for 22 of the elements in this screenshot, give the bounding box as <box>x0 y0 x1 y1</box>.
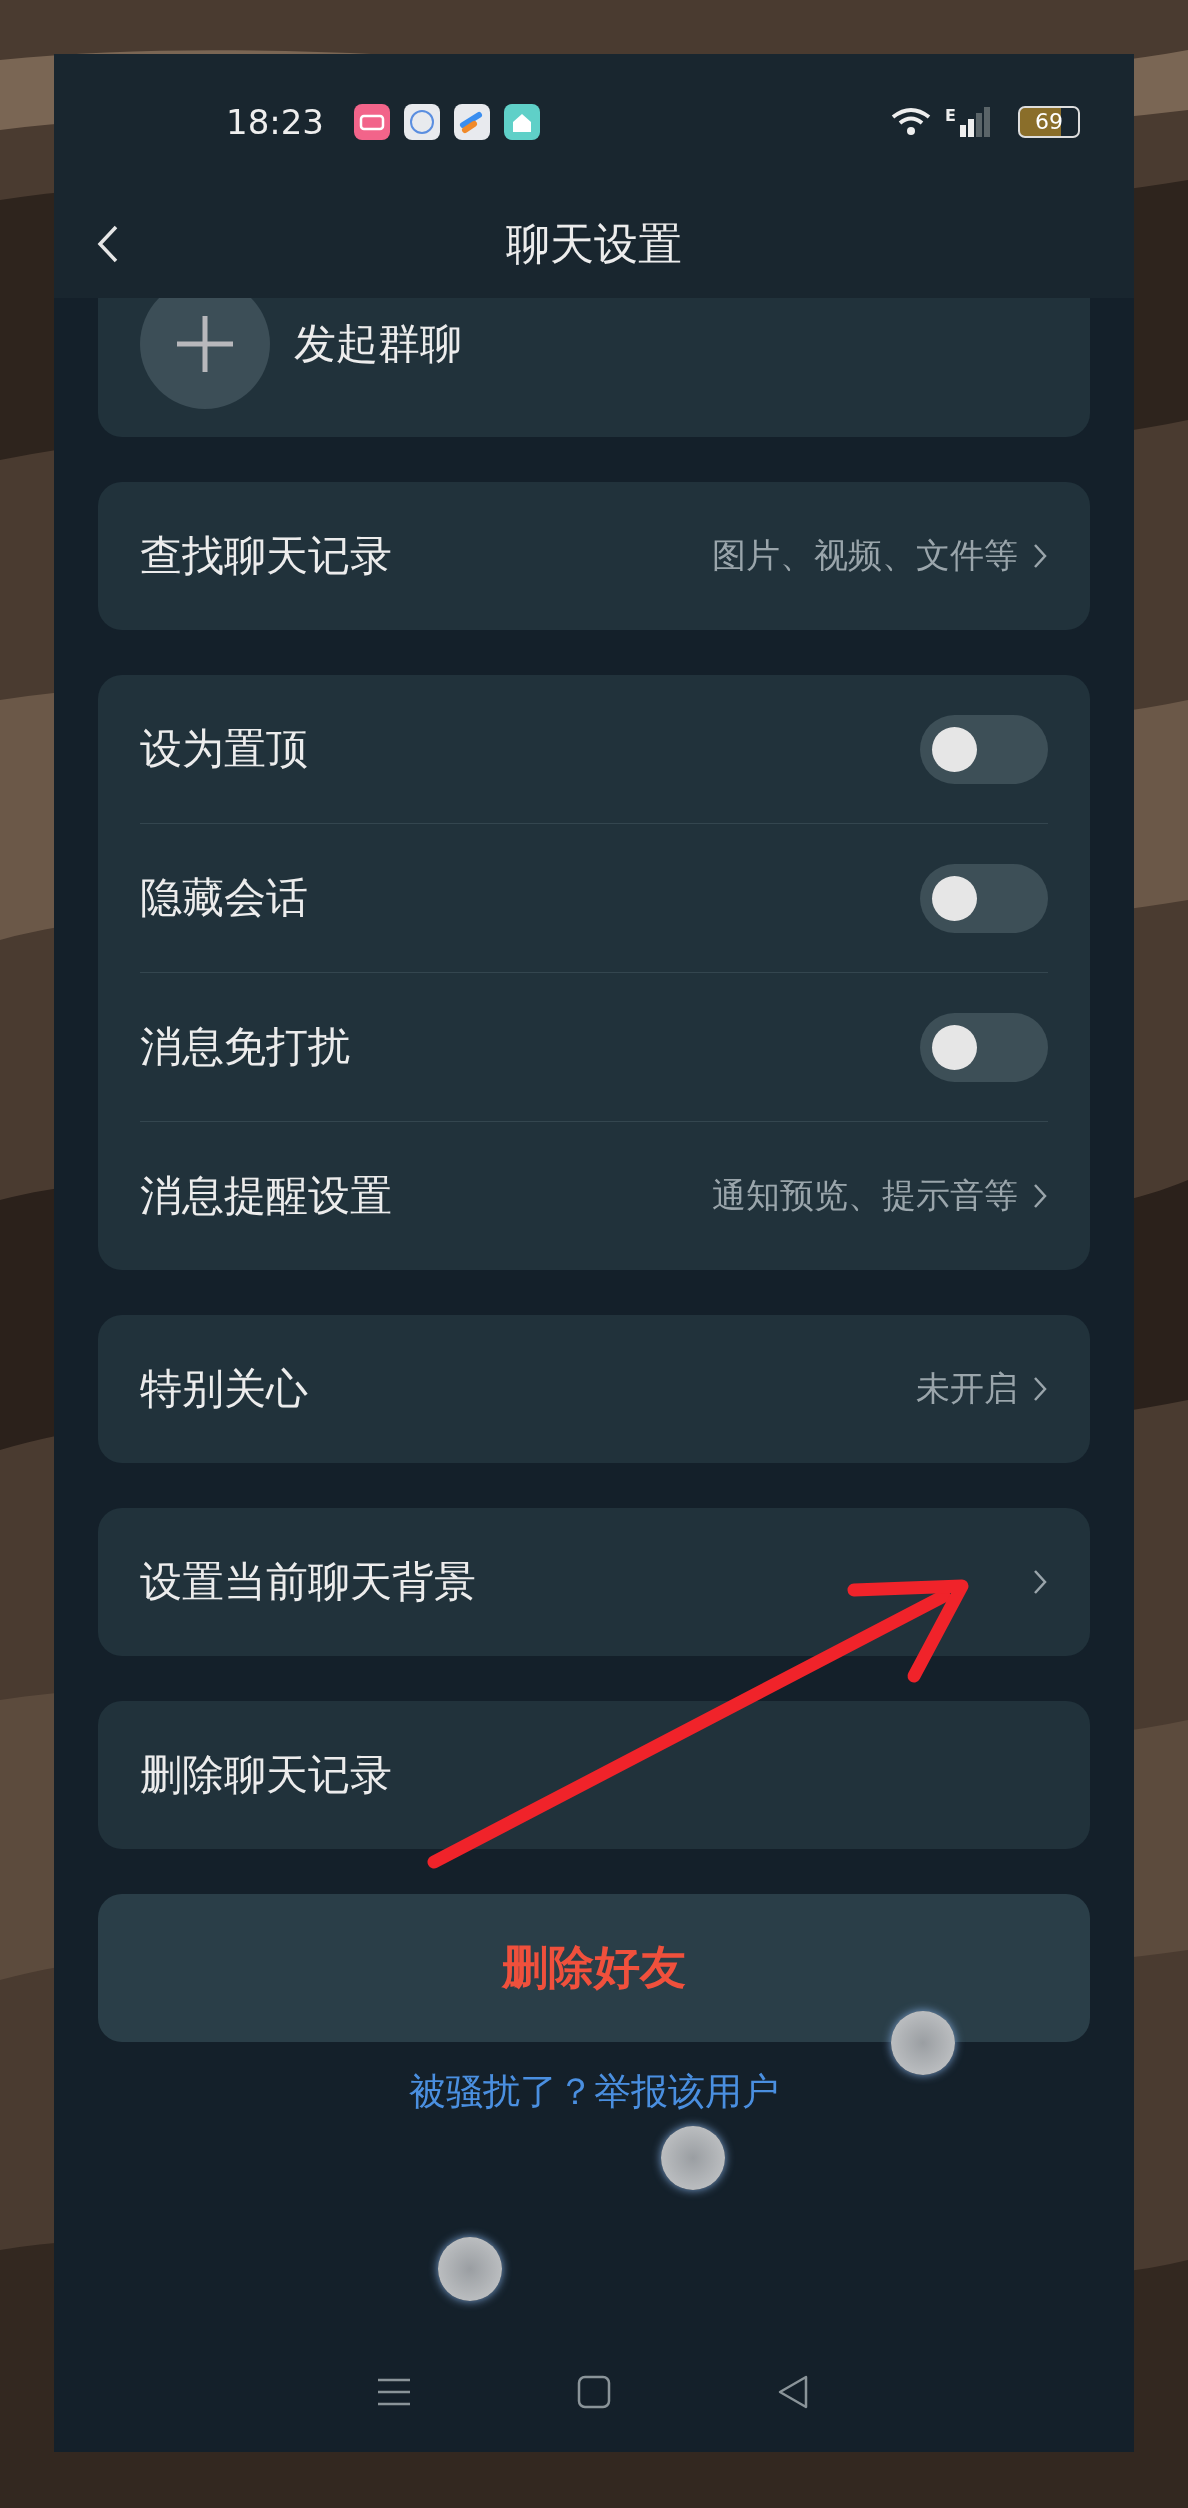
setting-label: 消息免打扰 <box>140 1021 351 1073</box>
setting-label: 隐藏会话 <box>140 872 309 924</box>
signal-icon <box>960 107 990 137</box>
wifi-icon <box>891 107 932 137</box>
back-icon[interactable] <box>96 224 120 264</box>
app-notification-icon <box>504 104 540 140</box>
status-time: 18:23 <box>226 102 324 142</box>
page-title: 聊天设置 <box>506 216 682 271</box>
app-notification-icon <box>454 104 490 140</box>
chevron-right-icon <box>1032 1375 1048 1403</box>
list-item[interactable]: 发起群聊 <box>98 298 1090 437</box>
battery-indicator: 69 <box>1018 106 1080 138</box>
chevron-right-icon <box>1032 1182 1048 1210</box>
network-type: E <box>945 105 956 125</box>
app-notification-icon <box>354 104 390 140</box>
list-item[interactable]: 消息提醒设置 通知预览、提示音等 <box>140 1122 1048 1270</box>
report-link[interactable]: 被骚扰了？举报该用户 <box>409 2067 779 2117</box>
chevron-right-icon <box>1032 1568 1048 1596</box>
add-icon <box>140 298 270 409</box>
chevron-right-icon <box>1032 542 1048 570</box>
setting-label: 设为置顶 <box>140 723 309 775</box>
app-notification-icon <box>404 104 440 140</box>
